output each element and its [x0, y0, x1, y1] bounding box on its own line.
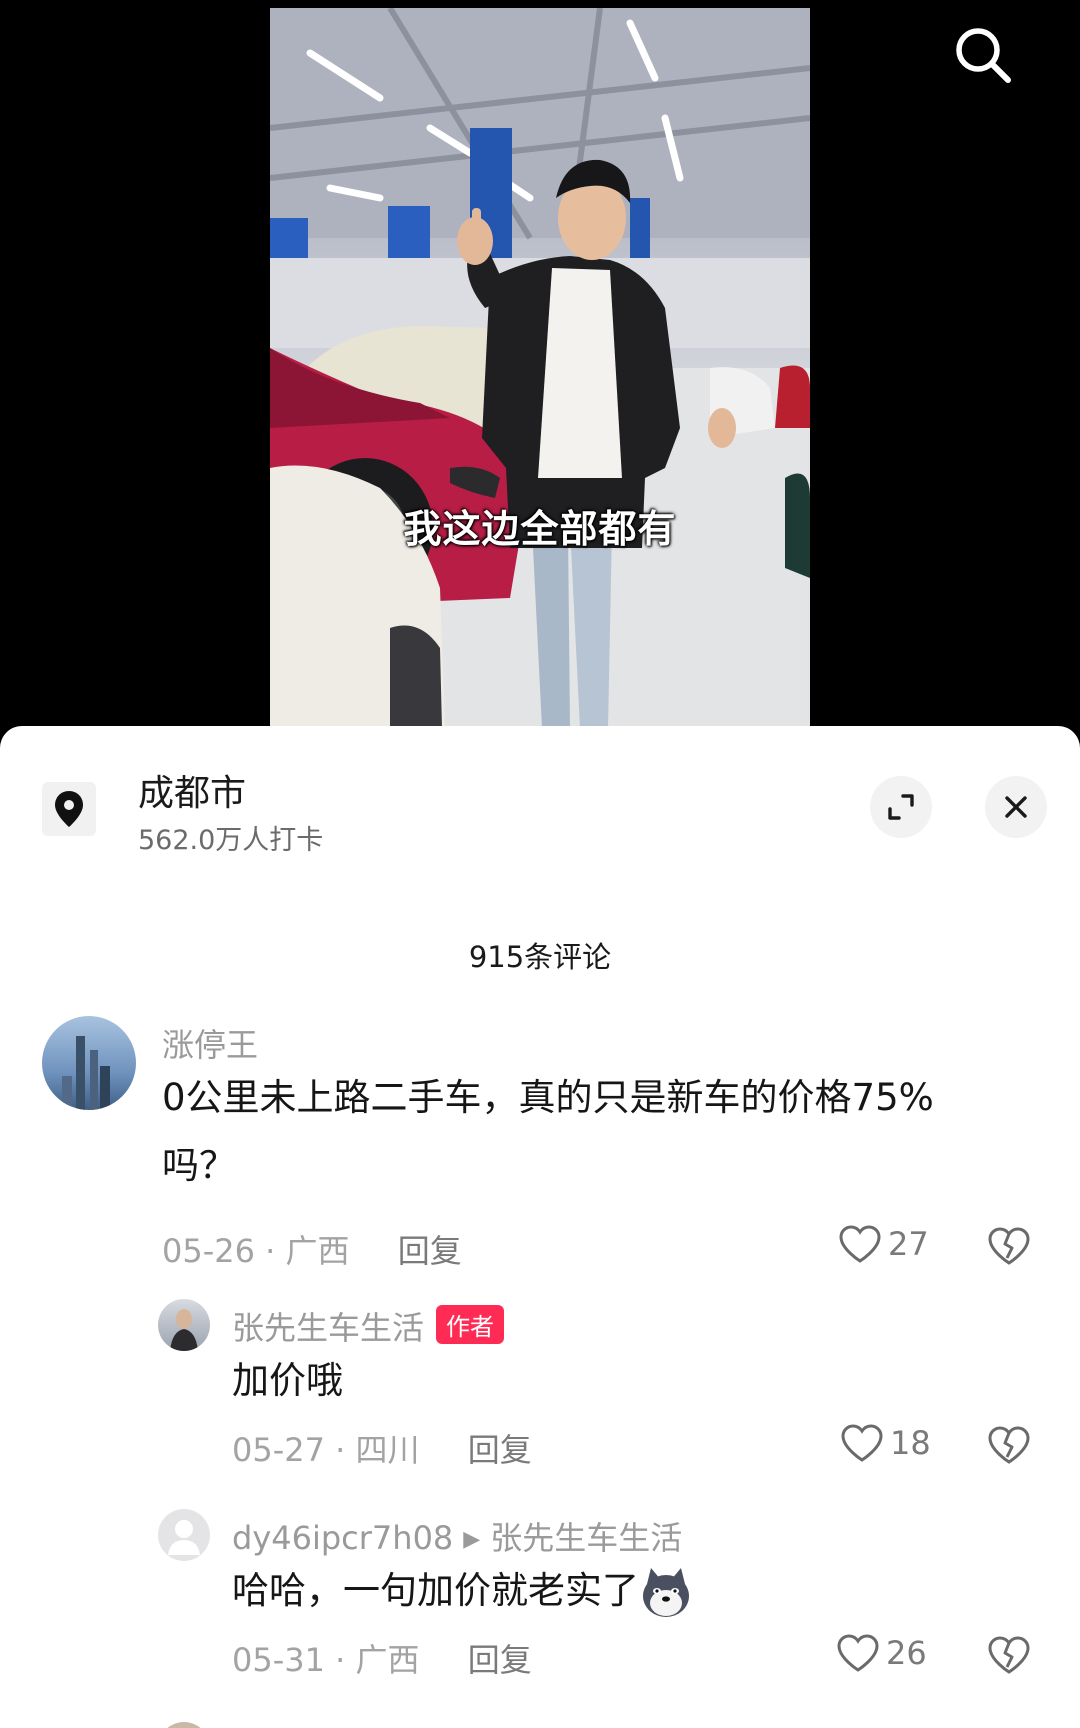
reply-button[interactable]: 回复 [398, 1232, 462, 1270]
broken-heart-icon [988, 1426, 1030, 1464]
like-count: 26 [886, 1634, 927, 1672]
location-checkins: 562.0万人打卡 [138, 825, 324, 856]
reply-author-name[interactable]: dy46ipcr7h08 [232, 1519, 453, 1557]
location-name: 成都市 [138, 773, 247, 814]
reply-meta: 05-27 · 四川 回复 [232, 1425, 532, 1471]
avatar-image [62, 1036, 110, 1110]
video-frame[interactable]: 我这边全部都有 [270, 8, 810, 728]
comment-count: 915条评论 [468, 940, 612, 974]
comment-region: 广西 [285, 1232, 350, 1270]
reply-author[interactable]: dy46ipcr7h08 ▶ 张先生车生活 [232, 1513, 682, 1559]
like-button[interactable]: 26 [836, 1633, 927, 1673]
dislike-button[interactable] [987, 1226, 1031, 1270]
comment-sheet: 成都市 562.0万人打卡 915条评论 涨停王 0公里未上路二手车，真的只是新… [0, 726, 1080, 1728]
like-count: 27 [888, 1225, 929, 1263]
reply-to-name[interactable]: 张先生车生活 [490, 1519, 682, 1557]
dislike-button[interactable] [987, 1425, 1031, 1469]
reply-arrow-icon: ▶ [463, 1527, 481, 1552]
avatar[interactable] [42, 1016, 136, 1110]
author-badge: 作者 [436, 1305, 505, 1344]
video-player[interactable]: 我这边全部都有 [0, 0, 1080, 740]
dog-emoji-icon [639, 1566, 693, 1620]
avatar-image [170, 1309, 198, 1351]
reply-meta: 05-31 · 广西 回复 [232, 1635, 532, 1681]
search-button[interactable] [950, 22, 1016, 88]
location-bar[interactable]: 成都市 562.0万人打卡 [0, 726, 1080, 876]
dislike-button[interactable] [987, 1635, 1031, 1679]
comment-meta: 05-26 · 广西 回复 [162, 1226, 462, 1272]
avatar[interactable] [158, 1722, 210, 1728]
video-scene [270, 8, 810, 728]
reply-author[interactable]: 张先生车生活 作者 [232, 1303, 505, 1349]
reply-author-name[interactable]: 张先生车生活 [232, 1309, 424, 1347]
reply-item: dy46ipcr7h08 ▶ 张先生车生活 哈哈，一句加价就老实了 05-31 [0, 1509, 1080, 1709]
broken-heart-icon [988, 1227, 1030, 1265]
close-button[interactable] [985, 776, 1047, 838]
meta-separator: · [265, 1232, 276, 1270]
avatar[interactable] [158, 1299, 210, 1351]
comment-date: 05-31 [232, 1641, 325, 1679]
meta-separator: · [335, 1431, 346, 1469]
expand-button[interactable] [870, 776, 932, 838]
comment-date: 05-27 [232, 1431, 325, 1469]
like-button[interactable]: 27 [838, 1224, 929, 1264]
broken-heart-icon [988, 1636, 1030, 1674]
heart-icon [839, 1225, 881, 1263]
reply-text: 哈哈，一句加价就老实了 [232, 1557, 992, 1625]
expand-icon [888, 794, 914, 820]
reply-text-content: 哈哈，一句加价就老实了 [232, 1569, 639, 1612]
meta-separator: · [335, 1641, 346, 1679]
reply-button[interactable]: 回复 [468, 1431, 532, 1469]
default-avatar-icon [168, 1520, 200, 1555]
reply-text: 加价哦 [232, 1359, 343, 1402]
comment-date: 05-26 [162, 1232, 255, 1270]
location-pin-icon [55, 791, 83, 827]
search-icon [956, 28, 1011, 83]
like-count: 18 [890, 1424, 931, 1462]
comment-region: 四川 [355, 1431, 420, 1469]
heart-icon [837, 1634, 879, 1672]
heart-icon [841, 1424, 883, 1462]
reply-button[interactable]: 回复 [468, 1641, 532, 1679]
like-button[interactable]: 18 [840, 1423, 931, 1463]
video-subtitle: 我这边全部都有 [403, 507, 677, 551]
close-icon [1005, 796, 1027, 818]
comment-author[interactable]: 涨停王 [162, 1020, 258, 1066]
avatar[interactable] [158, 1509, 210, 1561]
comment-item: 涨停王 0公里未上路二手车，真的只是新车的价格75%吗？ 05-26 · 广西 … [0, 1016, 1080, 1276]
comment-region: 广西 [355, 1641, 420, 1679]
reply-item: 张先生车生活 作者 加价哦 05-27 · 四川 回复 18 [0, 1299, 1080, 1499]
comment-text: 0公里未上路二手车，真的只是新车的价格75%吗？ [162, 1076, 934, 1187]
location-pin-box [42, 782, 96, 836]
